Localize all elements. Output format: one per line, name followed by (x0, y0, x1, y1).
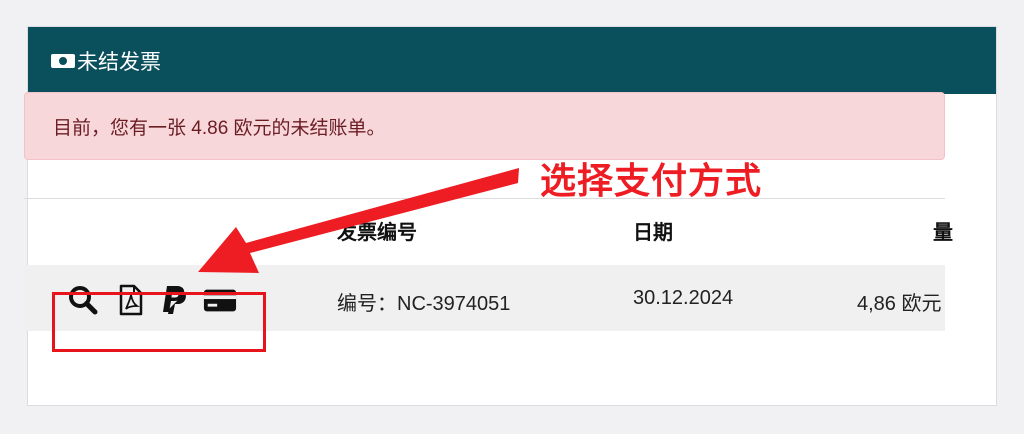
header-amount: 量 (933, 222, 953, 244)
invoice-amount-cell: 4,86 欧元 (857, 293, 942, 315)
money-bill-icon (51, 53, 75, 68)
alert-message: 目前，您有一张 4.86 欧元的未结账单。 (53, 117, 386, 139)
payment-options-highlight-box (52, 292, 266, 352)
invoice-date-cell: 30.12.2024 (633, 287, 734, 309)
open-balance-alert: 目前，您有一张 4.86 欧元的未结账单。 (24, 92, 945, 160)
table-divider (24, 198, 945, 199)
header-invoice-number: 发票编号 (337, 222, 417, 244)
annotation-text: 选择支付方式 (540, 160, 763, 201)
invoice-number-cell: 编号：NC-3974051 (337, 293, 511, 315)
card-header: 未结发票 (28, 27, 996, 94)
card-title: 未结发票 (77, 50, 161, 74)
header-date: 日期 (633, 222, 673, 244)
